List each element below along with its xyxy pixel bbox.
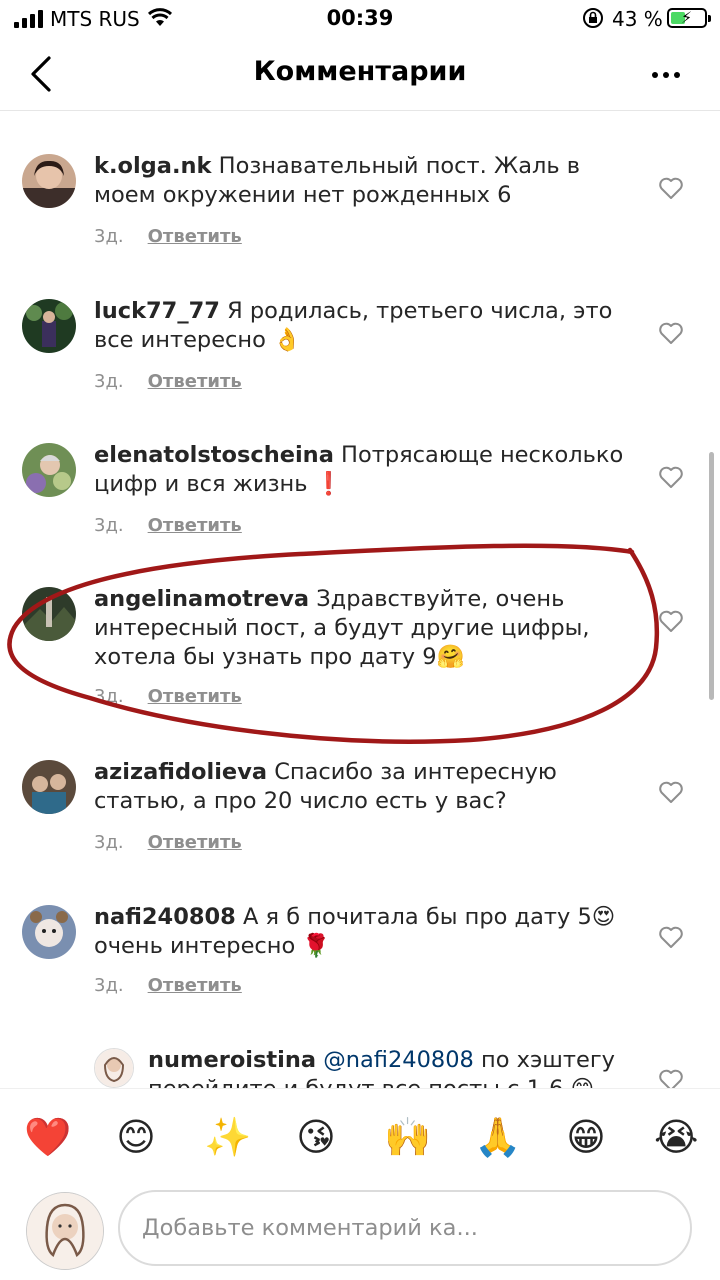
avatar[interactable] — [22, 154, 76, 208]
reply-button[interactable]: Ответить — [148, 832, 242, 853]
heart-icon[interactable] — [658, 609, 684, 633]
emoji-smile-button[interactable]: 😊 — [114, 1115, 158, 1159]
comment-time: 3д. — [94, 515, 124, 536]
avatar[interactable] — [22, 760, 76, 814]
reply-username[interactable]: numeroistina — [148, 1047, 316, 1073]
avatar[interactable] — [94, 1048, 134, 1088]
comment-username[interactable]: k.olga.nk — [94, 153, 212, 179]
battery-percent: 43 % — [612, 7, 663, 31]
reply-button[interactable]: Ответить — [148, 686, 242, 707]
heart-icon[interactable] — [658, 1068, 684, 1088]
emoji-kiss-button[interactable]: 😘 — [294, 1115, 338, 1159]
emoji-pray-button[interactable]: 🙏 — [474, 1115, 521, 1159]
page-title: Комментарии — [253, 56, 467, 87]
avatar[interactable] — [22, 587, 76, 641]
heart-icon[interactable] — [658, 925, 684, 949]
heart-icon[interactable] — [658, 321, 684, 345]
comment-input-row — [0, 1184, 720, 1280]
reply-button[interactable]: Ответить — [148, 371, 242, 392]
avatar[interactable] — [22, 299, 76, 353]
comment-username[interactable]: nafi240808 — [94, 904, 236, 930]
emoji-bar: ❤️ 😊 ✨ 😘 🙌 🙏 😁 😭 — [0, 1088, 720, 1185]
user-avatar — [26, 1192, 104, 1270]
comment-time: 3д. — [94, 686, 124, 707]
comment-username[interactable]: elenatolstoscheina — [94, 442, 334, 468]
scrollbar[interactable] — [709, 452, 714, 700]
reply-button[interactable]: Ответить — [148, 975, 242, 996]
emoji-sparkles-button[interactable]: ✨ — [204, 1115, 251, 1159]
rotation-lock-icon — [583, 8, 603, 28]
comment-username[interactable]: luck77_77 — [94, 298, 220, 324]
emoji-heart-button[interactable]: ❤️ — [24, 1115, 71, 1159]
battery-icon: ⚡ — [667, 8, 711, 28]
reply-comment-item: numeroistina @nafi240808 по хэштегу пере… — [0, 1044, 720, 1088]
comment-input[interactable] — [118, 1190, 692, 1266]
emoji-grin-button[interactable]: 😁 — [564, 1115, 608, 1159]
heart-icon[interactable] — [658, 465, 684, 489]
comment-time: 3д. — [94, 832, 124, 853]
avatar[interactable] — [22, 905, 76, 959]
comment-username[interactable]: azizafidolieva — [94, 759, 267, 785]
comment-time: 3д. — [94, 226, 124, 247]
reply-mention[interactable]: @nafi240808 — [323, 1047, 474, 1073]
heart-icon[interactable] — [658, 780, 684, 804]
comment-time: 3д. — [94, 371, 124, 392]
reply-button[interactable]: Ответить — [148, 515, 242, 536]
emoji-raised-hands-button[interactable]: 🙌 — [384, 1115, 431, 1159]
more-options-icon[interactable] — [646, 60, 686, 90]
avatar[interactable] — [22, 443, 76, 497]
comment-username[interactable]: angelinamotreva — [94, 586, 309, 612]
status-bar: MTS RUS 00:39 43 % ⚡ — [0, 0, 720, 38]
emoji-cry-button[interactable]: 😭 — [654, 1115, 698, 1159]
reply-button[interactable]: Ответить — [148, 226, 242, 247]
header: Комментарии — [0, 38, 720, 111]
comment-time: 3д. — [94, 975, 124, 996]
heart-icon[interactable] — [658, 176, 684, 200]
